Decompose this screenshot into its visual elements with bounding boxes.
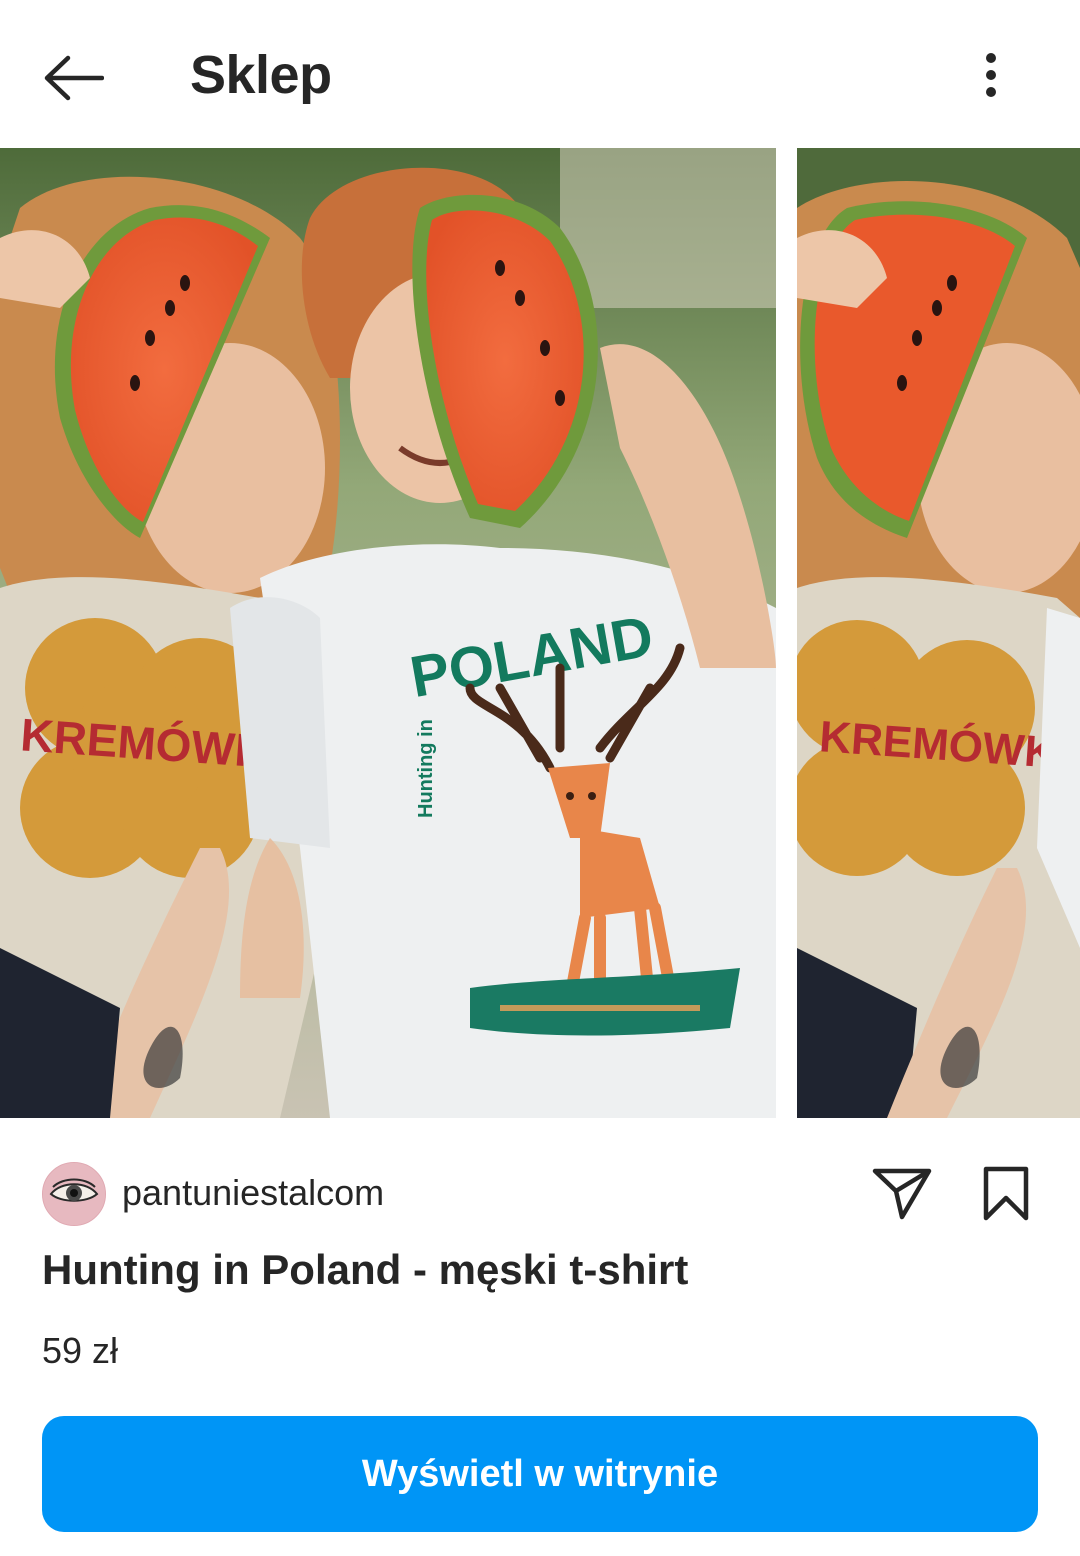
more-options-button[interactable]	[966, 46, 1016, 104]
seller-username[interactable]: pantuniestalcom	[122, 1172, 384, 1214]
save-button[interactable]	[970, 1160, 1042, 1228]
eye-avatar-icon	[43, 1163, 105, 1225]
view-on-website-button[interactable]: Wyświetl w witrynie	[42, 1416, 1038, 1532]
more-vertical-icon	[986, 53, 996, 97]
product-title: Hunting in Poland - męski t-shirt	[42, 1246, 689, 1293]
top-bar: Sklep	[0, 0, 1080, 148]
seller-row: pantuniestalcom	[0, 1140, 1080, 1250]
back-button[interactable]	[40, 48, 106, 108]
seller-avatar[interactable]	[42, 1162, 106, 1226]
share-button[interactable]	[866, 1160, 938, 1228]
send-icon	[872, 1168, 932, 1220]
product-photo-next[interactable]: KREMÓWK	[797, 148, 1080, 1118]
hunting-in-print: Hunting in	[415, 719, 437, 818]
arrow-left-icon	[44, 55, 104, 101]
page-title: Sklep	[190, 45, 332, 105]
product-price: 59 zł	[42, 1330, 119, 1371]
product-image-carousel[interactable]: KREMÓWK POLAND Hunting in KREMÓWK	[0, 148, 1080, 1118]
bookmark-icon	[983, 1166, 1029, 1221]
product-photo-main[interactable]: KREMÓWK POLAND Hunting in	[0, 148, 776, 1118]
